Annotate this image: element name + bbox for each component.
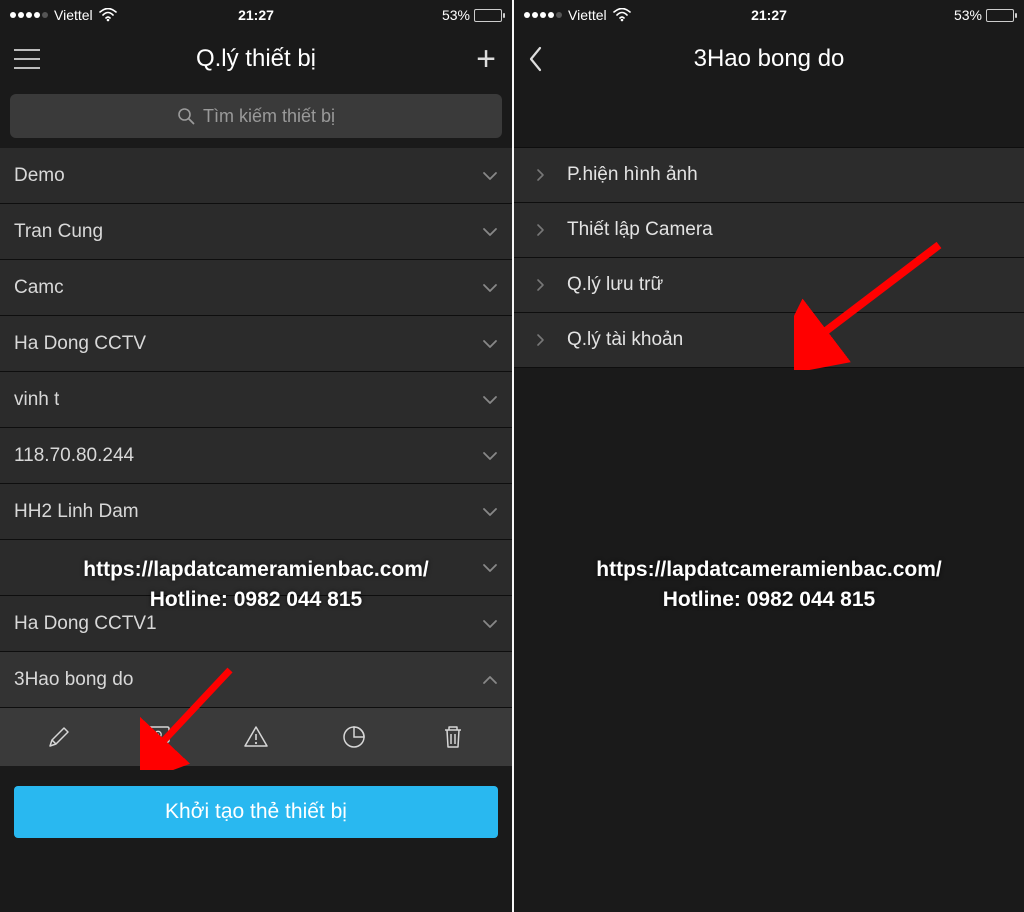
status-bar: Viettel 21:27 53% — [0, 0, 512, 30]
battery-icon — [474, 9, 502, 22]
monitor-gear-icon — [144, 724, 172, 750]
device-row[interactable]: vinh t — [0, 372, 512, 428]
page-title: Q.lý thiết bị — [196, 45, 316, 73]
nav-bar: Q.lý thiết bị + — [0, 30, 512, 88]
battery-pct-label: 53% — [442, 7, 470, 23]
stats-button[interactable] — [334, 717, 374, 757]
device-row[interactable]: Ha Dong CCTV — [0, 316, 512, 372]
settings-list: P.hiện hình ảnh Thiết lập Camera Q.lý lưu … — [514, 147, 1024, 368]
chevron-down-icon — [482, 451, 498, 461]
delete-button[interactable] — [433, 717, 473, 757]
device-name-label: Tran Cung — [14, 221, 103, 243]
chevron-down-icon — [482, 283, 498, 293]
chevron-down-icon — [482, 395, 498, 405]
device-settings-screen: Viettel 21:27 53% 3Hao bong do P.hiện hì… — [512, 0, 1024, 912]
chevron-down-icon — [482, 507, 498, 517]
pie-chart-icon — [341, 724, 367, 750]
status-bar: Viettel 21:27 53% — [514, 0, 1024, 30]
clock-label: 21:27 — [238, 7, 274, 23]
signal-dots-icon — [10, 12, 48, 18]
device-row[interactable] — [0, 540, 512, 596]
device-row[interactable]: Demo — [0, 148, 512, 204]
device-row[interactable]: Tran Cung — [0, 204, 512, 260]
wifi-icon — [613, 8, 631, 22]
settings-row[interactable]: Q.lý lưu trữ — [514, 257, 1024, 313]
device-name-label: 3Hao bong do — [14, 669, 133, 691]
carrier-label: Viettel — [54, 7, 93, 23]
settings-row[interactable]: Q.lý tài khoản — [514, 312, 1024, 368]
device-name-label: Ha Dong CCTV — [14, 333, 146, 355]
alert-triangle-icon — [242, 724, 270, 750]
device-row[interactable]: Camc — [0, 260, 512, 316]
device-name-label: Demo — [14, 165, 65, 187]
settings-row-label: Thiết lập Camera — [567, 219, 713, 241]
edit-button[interactable] — [39, 717, 79, 757]
chevron-down-icon — [482, 227, 498, 237]
battery-pct-label: 53% — [954, 7, 982, 23]
chevron-up-icon — [482, 675, 498, 685]
init-card-button[interactable]: Khởi tạo thẻ thiết bị — [14, 786, 498, 838]
settings-row[interactable]: Thiết lập Camera — [514, 202, 1024, 258]
chevron-right-icon — [536, 168, 545, 182]
device-row[interactable]: 3Hao bong do — [0, 652, 512, 708]
search-placeholder: Tìm kiếm thiết bị — [203, 106, 335, 127]
search-input[interactable]: Tìm kiếm thiết bị — [10, 94, 502, 138]
watermark-overlay: https://lapdatcameramienbac.com/ Hotline… — [514, 555, 1024, 616]
settings-row-label: P.hiện hình ảnh — [567, 164, 698, 186]
page-title: 3Hao bong do — [694, 45, 845, 73]
device-row[interactable]: Ha Dong CCTV1 — [0, 596, 512, 652]
settings-row-label: Q.lý tài khoản — [567, 329, 683, 351]
watermark-hotline: Hotline: 0982 044 815 — [514, 585, 1024, 615]
device-name-label: 118.70.80.244 — [14, 445, 134, 467]
chevron-right-icon — [536, 223, 545, 237]
chevron-right-icon — [536, 278, 545, 292]
back-button[interactable] — [528, 45, 544, 73]
wifi-icon — [99, 8, 117, 22]
watermark-url: https://lapdatcameramienbac.com/ — [514, 555, 1024, 585]
device-list: Demo Tran Cung Camc Ha Dong CCTV vinh t 118.7… — [0, 148, 512, 708]
device-name-label: vinh t — [14, 389, 59, 411]
device-name-label: HH2 Linh Dam — [14, 501, 139, 523]
settings-row[interactable]: P.hiện hình ảnh — [514, 147, 1024, 203]
carrier-label: Viettel — [568, 7, 607, 23]
signal-dots-icon — [524, 12, 562, 18]
battery-icon — [986, 9, 1014, 22]
menu-icon[interactable] — [14, 49, 40, 69]
chevron-right-icon — [536, 333, 545, 347]
alarm-button[interactable] — [236, 717, 276, 757]
device-tools-bar — [0, 708, 512, 766]
device-name-label: Ha Dong CCTV1 — [14, 613, 157, 635]
chevron-down-icon — [482, 563, 498, 573]
add-device-button[interactable]: + — [476, 42, 496, 76]
clock-label: 21:27 — [751, 7, 787, 23]
settings-row-label: Q.lý lưu trữ — [567, 274, 663, 296]
trash-icon — [441, 724, 465, 750]
device-row[interactable]: 118.70.80.244 — [0, 428, 512, 484]
chevron-left-icon — [528, 45, 544, 73]
device-name-label: Camc — [14, 277, 64, 299]
init-card-label: Khởi tạo thẻ thiết bị — [165, 800, 347, 824]
device-row[interactable]: HH2 Linh Dam — [0, 484, 512, 540]
device-manager-screen: Viettel 21:27 53% Q.lý thiết bị + Tìm ki… — [0, 0, 512, 912]
chevron-down-icon — [482, 171, 498, 181]
search-icon — [177, 107, 195, 125]
chevron-down-icon — [482, 619, 498, 629]
nav-bar: 3Hao bong do — [514, 30, 1024, 88]
remote-config-button[interactable] — [138, 717, 178, 757]
chevron-down-icon — [482, 339, 498, 349]
pencil-icon — [46, 724, 72, 750]
